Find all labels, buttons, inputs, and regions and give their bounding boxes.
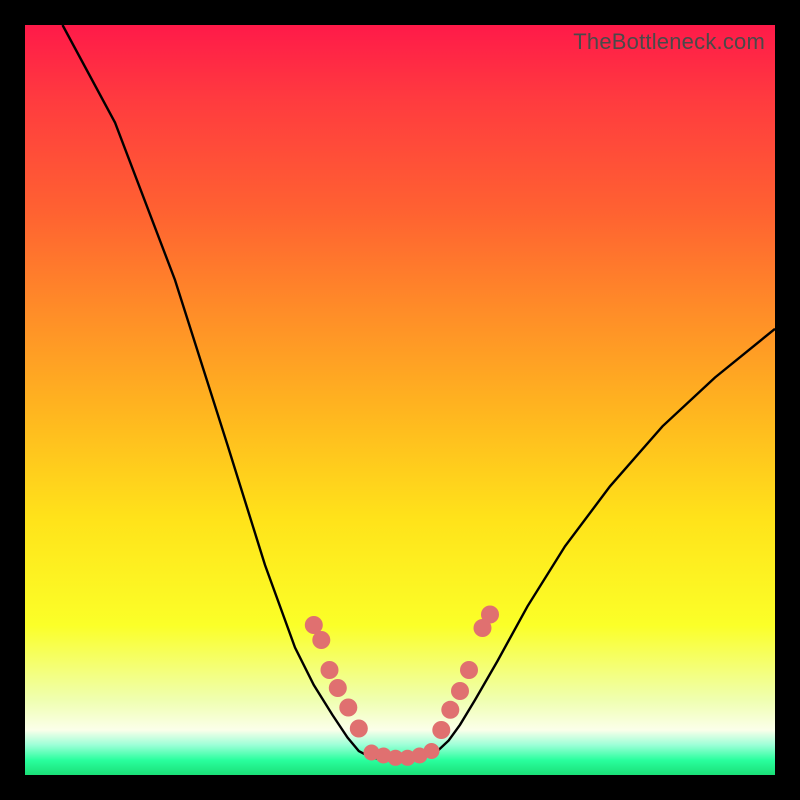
- curve-marker: [432, 721, 450, 739]
- curve-marker: [460, 661, 478, 679]
- curve-marker: [451, 682, 469, 700]
- curve-markers-bottom: [364, 743, 440, 766]
- curve-marker: [350, 720, 368, 738]
- plot-area: TheBottleneck.com: [25, 25, 775, 775]
- curve-marker: [424, 743, 440, 759]
- bottleneck-curve: [63, 25, 776, 760]
- curve-marker: [441, 701, 459, 719]
- curve-marker: [312, 631, 330, 649]
- curve-marker: [339, 699, 357, 717]
- curve-markers-right: [432, 606, 499, 740]
- chart-frame: TheBottleneck.com: [0, 0, 800, 800]
- curve-marker: [321, 661, 339, 679]
- curve-marker: [329, 679, 347, 697]
- chart-svg: [25, 25, 775, 775]
- curve-marker: [481, 606, 499, 624]
